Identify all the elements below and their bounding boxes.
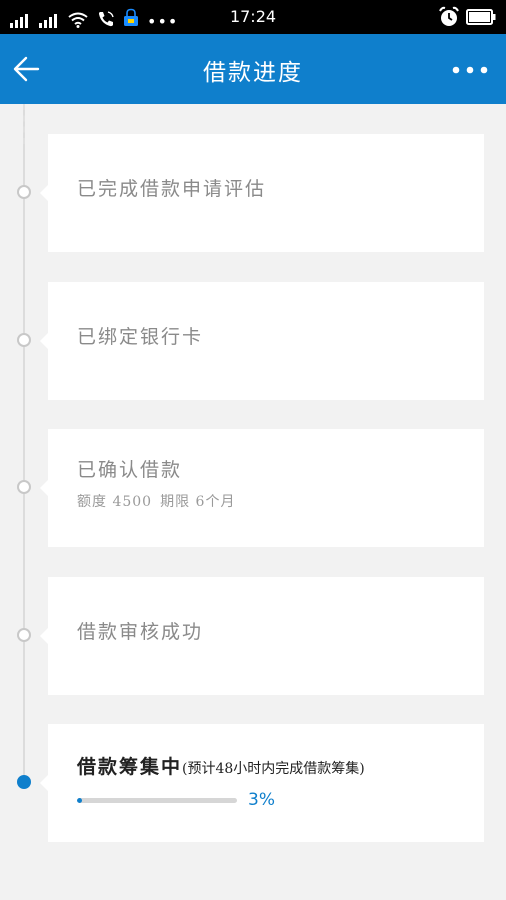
timeline-dot-active: [17, 775, 31, 789]
step-note: (预计48小时内完成借款筹集): [182, 761, 365, 777]
more-horizontal-icon[interactable]: [450, 58, 490, 82]
step-title: 已完成借款申请评估: [77, 178, 267, 200]
step-card-review-success: 借款审核成功: [40, 577, 484, 695]
step-title-active: 借款筹集中(预计48小时内完成借款筹集): [77, 752, 365, 779]
status-time: 17:24: [229, 7, 277, 26]
timeline-dot-4: [17, 628, 31, 642]
step-card-fundraising: 借款筹集中(预计48小时内完成借款筹集) 3%: [40, 724, 484, 842]
battery-icon: [466, 9, 496, 25]
page-title: 借款进度: [203, 60, 303, 86]
timeline-dashed-start: [23, 104, 25, 144]
step-title: 已确认借款: [77, 459, 183, 481]
loan-term: 期限 6个月: [160, 494, 236, 510]
progress-fill: [77, 798, 82, 803]
step-title-text: 借款筹集中: [77, 756, 183, 778]
progress-percent: 3%: [248, 790, 275, 810]
timeline-dot-2: [17, 333, 31, 347]
progress-bar: [77, 798, 237, 803]
timeline-line: [23, 104, 25, 784]
step-title: 借款审核成功: [77, 621, 204, 643]
step-card-loan-assessment: 已完成借款申请评估: [40, 134, 484, 252]
step-card-loan-confirmed: 已确认借款 额度 4500 期限 6个月: [40, 429, 484, 547]
step-title: 已绑定银行卡: [77, 326, 204, 348]
alarm-icon: [439, 6, 459, 26]
loan-amount: 额度 4500: [77, 494, 153, 510]
app-bar: 借款进度: [0, 34, 506, 104]
timeline-dot-1: [17, 185, 31, 199]
timeline-dot-3: [17, 480, 31, 494]
loan-detail: 额度 4500 期限 6个月: [77, 491, 243, 511]
status-bar: ••• 17:24: [0, 0, 506, 34]
step-card-bank-card: 已绑定银行卡: [40, 282, 484, 400]
